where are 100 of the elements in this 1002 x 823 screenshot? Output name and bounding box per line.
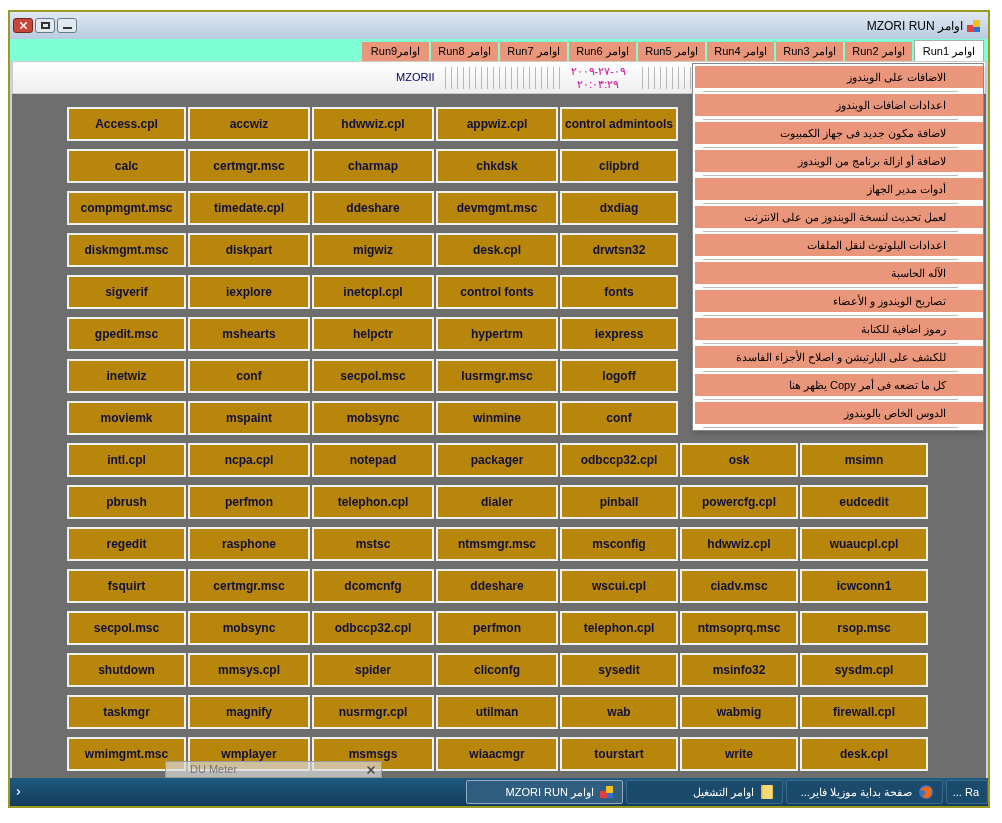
command-button[interactable]: wiaacmgr [436,737,558,771]
command-button[interactable]: wmimgmt.msc [67,737,186,771]
command-button[interactable]: desk.cpl [800,737,928,771]
command-button[interactable]: iexplore [188,275,310,309]
command-button[interactable]: mmsys.cpl [188,653,310,687]
command-button[interactable]: ncpa.cpl [188,443,310,477]
command-button[interactable]: inetcpl.cpl [312,275,434,309]
command-button[interactable]: moviemk [67,401,186,435]
command-button[interactable]: certmgr.msc [188,149,310,183]
command-button[interactable]: wscui.cpl [560,569,678,603]
command-button[interactable]: devmgmt.msc [436,191,558,225]
command-button[interactable]: diskmgmt.msc [67,233,186,267]
command-button[interactable]: ciadv.msc [680,569,798,603]
command-button[interactable]: chkdsk [436,149,558,183]
command-button[interactable]: regedit [67,527,186,561]
command-button[interactable]: ntmsmgr.msc [436,527,558,561]
command-button[interactable]: msconfig [560,527,678,561]
command-button[interactable]: drwtsn32 [560,233,678,267]
command-button[interactable]: secpol.msc [312,359,434,393]
close-icon[interactable] [365,763,377,776]
command-button[interactable]: icwconn1 [800,569,928,603]
menu-item[interactable]: لاضافة مكون جديد فى جهاز الكمبيوت [695,122,983,144]
command-button[interactable]: powercfg.cpl [680,485,798,519]
command-button[interactable]: Access.cpl [67,107,186,141]
command-button[interactable]: perfmon [188,485,310,519]
command-button[interactable]: inetwiz [67,359,186,393]
command-button[interactable]: odbccp32.cpl [560,443,678,477]
command-button[interactable]: fsquirt [67,569,186,603]
command-button[interactable]: ddeshare [312,191,434,225]
menu-item[interactable]: كل ما تضعه فى أمر Copy يظهر هنا [695,374,983,396]
command-button[interactable]: migwiz [312,233,434,267]
command-button[interactable]: rsop.msc [800,611,928,645]
command-button[interactable]: dcomcnfg [312,569,434,603]
command-button[interactable]: appwiz.cpl [436,107,558,141]
command-button[interactable]: packager [436,443,558,477]
tab[interactable]: اوامر Run8 [431,42,498,61]
command-button[interactable]: rasphone [188,527,310,561]
menu-item[interactable]: لاضافة أو ازالة برنامج من الويندوز [695,150,983,172]
command-button[interactable]: charmap [312,149,434,183]
command-button[interactable]: mobsync [312,401,434,435]
command-button[interactable]: notepad [312,443,434,477]
menu-item[interactable]: الدوس الخاص بالويندوز [695,402,983,424]
tab[interactable]: اوامرRun9 [362,42,429,61]
command-button[interactable]: accwiz [188,107,310,141]
command-button[interactable]: ddeshare [436,569,558,603]
command-button[interactable]: control fonts [436,275,558,309]
menu-item[interactable]: الآله الحاسبة [695,262,983,284]
command-button[interactable]: winmine [436,401,558,435]
tab[interactable]: اوامر Run7 [500,42,567,61]
command-button[interactable]: taskmgr [67,695,186,729]
command-button[interactable]: mobsync [188,611,310,645]
tab[interactable]: اوامر Run3 [776,42,843,61]
command-button[interactable]: sysdm.cpl [800,653,928,687]
tab[interactable]: اوامر Run1 [914,40,984,61]
command-button[interactable]: fonts [560,275,678,309]
command-button[interactable]: firewall.cpl [800,695,928,729]
command-button[interactable]: utilman [436,695,558,729]
command-button[interactable]: dxdiag [560,191,678,225]
maximize-button[interactable] [35,18,55,33]
command-button[interactable]: conf [188,359,310,393]
command-button[interactable]: clipbrd [560,149,678,183]
command-button[interactable]: mstsc [312,527,434,561]
command-button[interactable]: telephon.cpl [312,485,434,519]
tab[interactable]: اوامر Run6 [569,42,636,61]
command-button[interactable]: sysedit [560,653,678,687]
command-button[interactable]: nusrmgr.cpl [312,695,434,729]
command-button[interactable]: wab [560,695,678,729]
menu-item[interactable]: أدوات مدير الجهاز [695,178,983,200]
command-button[interactable]: spider [312,653,434,687]
taskbar-button[interactable]: اوامر MZORI RUN [466,780,623,804]
command-button[interactable]: hdwwiz.cpl [312,107,434,141]
command-button[interactable]: intl.cpl [67,443,186,477]
command-button[interactable]: mspaint [188,401,310,435]
menu-item[interactable]: للكشف على البارتيشن و اصلاح الأجزاء الفاسدة [695,346,983,368]
close-button[interactable] [13,18,33,33]
command-button[interactable]: pbrush [67,485,186,519]
command-button[interactable]: certmgr.msc [188,569,310,603]
command-button[interactable]: helpctr [312,317,434,351]
command-button[interactable]: hdwwiz.cpl [680,527,798,561]
command-button[interactable]: secpol.msc [67,611,186,645]
command-button[interactable]: telephon.cpl [560,611,678,645]
command-button[interactable]: timedate.cpl [188,191,310,225]
command-button[interactable]: desk.cpl [436,233,558,267]
menu-item[interactable]: رموز اضافية للكتابة [695,318,983,340]
taskbar-button[interactable]: Ra ... [946,780,988,804]
command-button[interactable]: control admintools [560,107,678,141]
command-button[interactable]: diskpart [188,233,310,267]
command-button[interactable]: tourstart [560,737,678,771]
menu-item[interactable]: الاضافات على الويندوز [695,66,983,88]
command-button[interactable]: sigverif [67,275,186,309]
command-button[interactable]: shutdown [67,653,186,687]
taskbar-button[interactable]: اوامر التشغيل [626,780,783,804]
command-button[interactable]: conf [560,401,678,435]
command-button[interactable]: eudcedit [800,485,928,519]
tab[interactable]: اوامر Run2 [845,42,912,61]
command-button[interactable]: gpedit.msc [67,317,186,351]
command-button[interactable]: wabmig [680,695,798,729]
command-button[interactable]: msimn [800,443,928,477]
command-button[interactable]: odbccp32.cpl [312,611,434,645]
command-button[interactable]: logoff [560,359,678,393]
